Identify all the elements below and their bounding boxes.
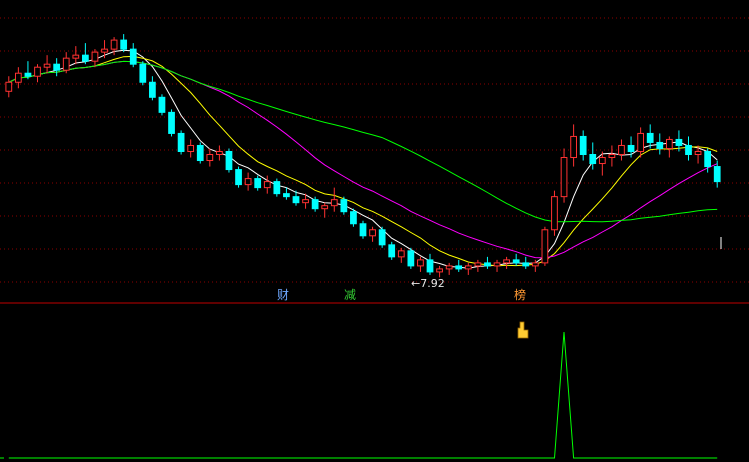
candle-body	[464, 265, 472, 270]
candle-body	[560, 157, 568, 198]
candle-body	[579, 135, 587, 156]
candle-body	[273, 181, 281, 195]
candle-body	[388, 244, 396, 258]
marker-bang[interactable]: 榜	[514, 288, 526, 302]
candle-body	[618, 144, 625, 156]
signal-panel	[0, 331, 718, 459]
candle-body	[292, 196, 300, 204]
low-price-label: ←7.92	[411, 277, 445, 290]
candle-body	[503, 259, 510, 264]
candle-body	[187, 144, 195, 152]
candle-body	[254, 178, 262, 189]
candle-body	[378, 229, 386, 246]
candles	[5, 34, 721, 278]
candle-body	[646, 132, 654, 143]
candle-body	[445, 265, 453, 270]
candle-body	[350, 211, 357, 225]
candle-body	[541, 229, 549, 264]
candle-body	[608, 154, 616, 159]
candle-body	[244, 178, 252, 186]
candle-body	[474, 262, 482, 267]
candle-body	[397, 250, 405, 258]
candle-body	[263, 181, 271, 189]
candle-body	[493, 262, 501, 267]
candle-body	[62, 57, 70, 71]
candle-body	[225, 150, 233, 171]
candle-body	[235, 169, 242, 186]
candle-body	[139, 63, 147, 83]
candle-body	[101, 48, 108, 53]
candle-body	[694, 150, 702, 156]
candle-body	[675, 138, 683, 146]
candle-body	[551, 196, 558, 231]
candle-body	[330, 199, 338, 207]
candle-body	[120, 39, 128, 50]
candle-body	[665, 138, 673, 149]
candle-body	[82, 54, 89, 62]
candle-body	[72, 54, 80, 59]
candle-body	[704, 150, 712, 168]
candle-body	[34, 66, 41, 77]
candle-body	[570, 135, 577, 159]
candle-body	[637, 132, 644, 152]
kline-chart[interactable]	[0, 0, 749, 462]
marker-jian[interactable]: 减	[344, 288, 356, 302]
candle-body	[206, 154, 214, 162]
candle-body	[196, 144, 204, 162]
candle-body	[369, 229, 376, 237]
candle-body	[598, 157, 606, 165]
candle-body	[283, 193, 290, 198]
candle-body	[426, 259, 434, 273]
marker-cai[interactable]: 财	[277, 288, 289, 302]
candle-body	[53, 63, 61, 71]
candle-body	[302, 199, 309, 204]
candle-body	[110, 39, 118, 50]
candle-body	[627, 144, 635, 152]
candle-body	[484, 262, 491, 267]
ma40-line	[8, 60, 718, 223]
candle-body	[685, 144, 692, 156]
candle-body	[158, 96, 166, 113]
candle-body	[531, 262, 539, 267]
candle-body	[216, 150, 223, 156]
candle-body	[589, 154, 597, 165]
candle-body	[149, 81, 156, 98]
candle-body	[14, 72, 22, 83]
signal-line	[8, 331, 718, 459]
candle-body	[168, 111, 175, 134]
candle-body	[129, 48, 137, 65]
candle-body	[656, 141, 664, 149]
candle-body	[24, 72, 32, 77]
candle-body	[5, 81, 13, 92]
candle-body	[177, 132, 185, 152]
candle-body	[91, 51, 99, 62]
candle-body	[522, 262, 530, 267]
candle-body	[407, 250, 415, 267]
candle-body	[340, 199, 348, 213]
candle-body	[713, 166, 721, 183]
candle-body	[512, 259, 520, 264]
candle-body	[321, 205, 329, 210]
candle-body	[311, 199, 319, 210]
candle-body	[417, 259, 424, 267]
price-grid	[0, 17, 749, 283]
candle-body	[436, 268, 443, 273]
candle-body	[455, 265, 463, 270]
hand-cursor-icon	[517, 321, 529, 339]
candle-body	[43, 63, 51, 68]
candle-body	[359, 223, 367, 237]
